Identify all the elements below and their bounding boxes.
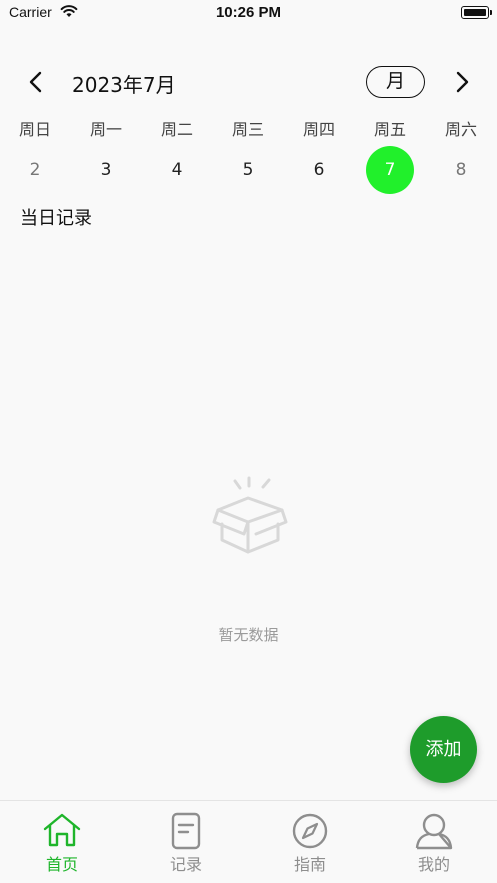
day-number[interactable]: 2 (11, 146, 59, 194)
weekday-label: 周二 (160, 120, 193, 139)
day-column[interactable]: 周一 3 (76, 118, 136, 194)
tab-home[interactable]: 首页 (17, 811, 107, 875)
status-bar: Carrier 10:26 PM (0, 0, 497, 26)
day-number[interactable]: 8 (437, 146, 485, 194)
weekday-label: 周六 (444, 120, 477, 139)
view-mode-toggle[interactable]: 月 (366, 66, 425, 98)
day-column-selected[interactable]: 周五 7 (360, 118, 420, 194)
tab-records-label: 记录 (169, 855, 202, 874)
day-number[interactable]: 3 (82, 146, 130, 194)
tab-profile-label: 我的 (417, 855, 450, 874)
day-column[interactable]: 周三 5 (218, 118, 278, 194)
week-strip: 周日 2 周一 3 周二 4 周三 5 周四 6 周五 7 周六 8 (0, 118, 497, 194)
add-button[interactable]: 添加 (410, 716, 477, 783)
day-column[interactable]: 周四 6 (289, 118, 349, 194)
empty-box-icon (212, 476, 288, 554)
tab-bar: 首页 记录 指南 我的 (0, 800, 497, 883)
day-number[interactable]: 6 (295, 146, 343, 194)
compass-icon (292, 813, 328, 849)
day-number[interactable]: 4 (153, 146, 201, 194)
weekday-label: 周日 (18, 120, 51, 139)
user-icon (415, 813, 453, 850)
selected-day-number[interactable]: 7 (366, 146, 414, 194)
clock: 10:26 PM (215, 4, 282, 21)
empty-state-text: 暂无数据 (218, 626, 279, 644)
chevron-right-icon[interactable] (448, 68, 476, 96)
chevron-left-icon[interactable] (22, 68, 50, 96)
day-column[interactable]: 周二 4 (147, 118, 207, 194)
month-title: 2023年7月 (72, 73, 176, 97)
tab-profile[interactable]: 我的 (389, 811, 479, 875)
weekday-label: 周五 (373, 120, 406, 139)
weekday-label: 周三 (231, 120, 264, 139)
tab-records[interactable]: 记录 (141, 811, 231, 875)
weekday-label: 周一 (89, 120, 122, 139)
home-icon (43, 813, 81, 847)
records-section-title: 当日记录 (20, 208, 92, 229)
document-icon (171, 812, 201, 850)
weekday-label: 周四 (302, 120, 335, 139)
calendar-header: 2023年7月 月 (0, 60, 497, 104)
tab-guide[interactable]: 指南 (265, 811, 355, 875)
tab-guide-label: 指南 (293, 855, 326, 874)
battery-icon (461, 6, 492, 19)
day-number[interactable]: 5 (224, 146, 272, 194)
tab-home-label: 首页 (45, 855, 78, 874)
day-column[interactable]: 周日 2 (5, 118, 65, 194)
day-column[interactable]: 周六 8 (431, 118, 491, 194)
